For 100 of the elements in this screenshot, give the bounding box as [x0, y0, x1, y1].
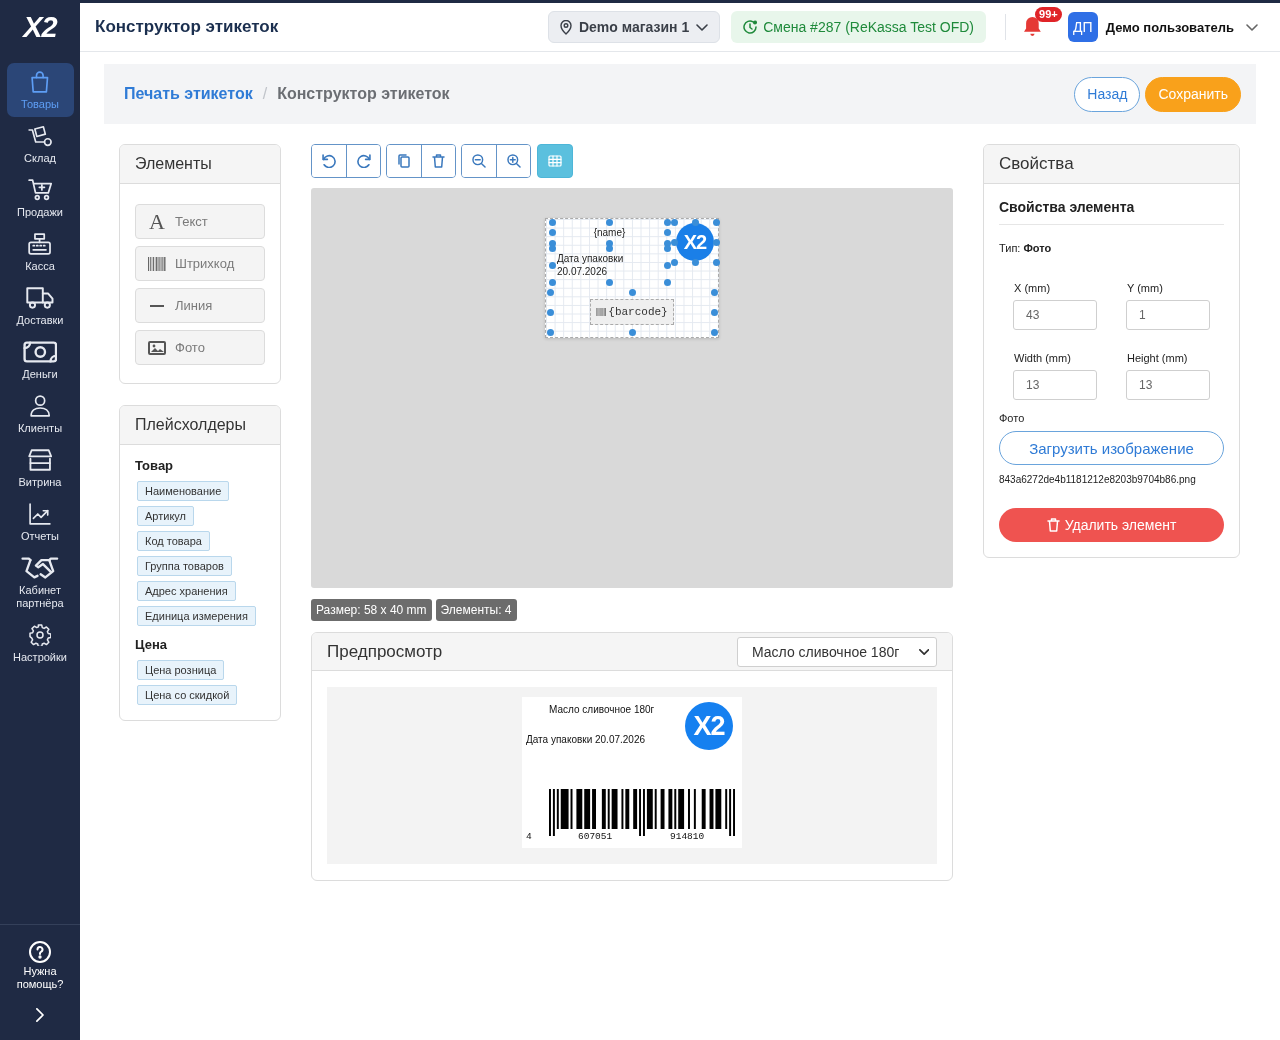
- resize-handle[interactable]: [628, 328, 636, 336]
- field-label: Height (mm): [1127, 352, 1189, 365]
- label-product-name: Масло сливочное 180г: [549, 703, 655, 716]
- breadcrumb-link[interactable]: Печать этикеток: [124, 85, 253, 103]
- add-element-button[interactable]: Штрихкод: [135, 246, 265, 281]
- help-link[interactable]: Нужна помощь?: [10, 941, 70, 991]
- canvas-text[interactable]: {name}: [552, 222, 667, 243]
- resize-handle[interactable]: [691, 258, 699, 266]
- nav-item[interactable]: Клиенты: [6, 387, 74, 441]
- handshake-icon: [21, 557, 59, 579]
- bell-icon: [1024, 17, 1041, 37]
- nav-item[interactable]: Витрина: [6, 441, 74, 495]
- user-avatar[interactable]: ДП: [1067, 12, 1098, 42]
- file-name: 843a6272de4b1181212e8203b9704b86.png: [999, 473, 1197, 486]
- panel-header: Плейсхолдеры: [120, 406, 280, 445]
- resize-handle[interactable]: [691, 218, 699, 226]
- user-name[interactable]: Демо пользователь: [1105, 19, 1234, 35]
- barcode-placeholder-text: {barcode}: [608, 306, 668, 318]
- trend-chart-icon: [29, 503, 51, 525]
- resize-handle[interactable]: [710, 308, 718, 316]
- chevron-down-icon: [918, 648, 929, 655]
- nav-item[interactable]: Товары: [6, 63, 74, 117]
- resize-handle[interactable]: [606, 278, 613, 286]
- resize-handle[interactable]: [710, 288, 718, 296]
- canvas-text[interactable]: Дата упаковки 20.07.2026: [552, 248, 667, 282]
- resize-handle[interactable]: [628, 288, 636, 296]
- group-title: Товар: [135, 458, 175, 474]
- label-logo: X2: [685, 702, 733, 750]
- nav-item[interactable]: Склад: [6, 117, 74, 171]
- barcode-icon: [596, 308, 607, 316]
- input-field[interactable]: 43: [1013, 300, 1097, 330]
- placeholder-tag[interactable]: Единица измерения: [137, 606, 256, 626]
- nav-item[interactable]: Отчеты: [6, 495, 74, 549]
- field-label: X (mm): [1014, 282, 1052, 295]
- placeholder-tag[interactable]: Адрес хранения: [137, 581, 236, 601]
- truck-icon: [26, 287, 54, 309]
- image-icon: [148, 340, 166, 355]
- back-button[interactable]: Назад: [1074, 76, 1141, 112]
- question-icon: [29, 941, 51, 963]
- add-element-button[interactable]: Линия: [135, 288, 265, 323]
- nav-item[interactable]: Кабинет партнёра: [6, 549, 74, 616]
- resize-handle[interactable]: [546, 328, 554, 336]
- resize-handle[interactable]: [712, 238, 720, 246]
- placeholder-tag[interactable]: Цена розница: [137, 660, 225, 680]
- section-title: Свойства элемента: [999, 199, 1224, 225]
- delete-button[interactable]: [421, 145, 455, 177]
- field-label: Y (mm): [1127, 282, 1164, 295]
- resize-handle[interactable]: [548, 261, 556, 269]
- barcode-digits: 914810: [670, 831, 705, 842]
- info-badge: Элементы: 4: [435, 599, 517, 621]
- shift-status[interactable]: Смена #287 (ReKassa Test OFD): [731, 11, 987, 43]
- person-icon: [29, 395, 51, 417]
- chevron-down-icon: [696, 23, 709, 31]
- zoom-in-icon: [506, 154, 521, 168]
- resize-handle[interactable]: [712, 258, 720, 266]
- add-element-button[interactable]: A Текст: [135, 204, 265, 239]
- input-field[interactable]: 1: [1126, 300, 1210, 330]
- banknote-icon: [22, 341, 58, 363]
- grid-toggle[interactable]: [537, 144, 573, 178]
- product-select[interactable]: Масло сливочное 180г: [737, 636, 937, 667]
- nav-item[interactable]: Касса: [6, 225, 74, 279]
- barcode-digits: 4: [526, 831, 532, 842]
- resize-handle[interactable]: [663, 278, 671, 286]
- redo-button[interactable]: [346, 145, 380, 177]
- resize-handle[interactable]: [546, 308, 554, 316]
- placeholder-tag[interactable]: Наименование: [137, 481, 230, 501]
- label-date: Дата упаковки 20.07.2026: [526, 733, 646, 746]
- nav-item[interactable]: Деньги: [6, 333, 74, 387]
- barcode-icon: [148, 256, 166, 271]
- placeholder-tag[interactable]: Код товара: [137, 531, 210, 551]
- resize-handle[interactable]: [710, 328, 718, 336]
- grid-icon: [548, 155, 562, 167]
- canvas-logo[interactable]: X2: [676, 223, 714, 261]
- resize-handle[interactable]: [606, 218, 613, 226]
- barcode-digits: 607051: [578, 831, 613, 842]
- input-field[interactable]: 13: [1013, 370, 1097, 400]
- placeholder-tag[interactable]: Цена со скидкой: [137, 685, 238, 705]
- resize-handle[interactable]: [712, 218, 720, 226]
- info-badge: Размер: 58 x 40 mm: [311, 599, 432, 621]
- chevron-down-icon: [1246, 23, 1258, 31]
- nav-item[interactable]: Продажи: [6, 171, 74, 225]
- line-icon: [150, 304, 164, 307]
- add-element-button[interactable]: Фото: [135, 330, 265, 365]
- zoom-in-button[interactable]: [496, 145, 530, 177]
- nav-item[interactable]: Настройки: [6, 616, 74, 670]
- undo-icon: [322, 154, 336, 168]
- notifications-button[interactable]: [1024, 17, 1041, 37]
- barcode-element[interactable]: {barcode}: [590, 299, 674, 325]
- shopping-bag-icon: [31, 71, 49, 93]
- zoom-out-icon: [472, 154, 486, 168]
- placeholder-tag[interactable]: Группа товаров: [137, 556, 232, 576]
- upload-button[interactable]: Загрузить изображение: [999, 431, 1224, 465]
- placeholder-tag[interactable]: Артикул: [137, 506, 194, 526]
- nav-item[interactable]: Доставки: [6, 279, 74, 333]
- breadcrumb-current: Конструктор этикеток: [277, 85, 450, 103]
- store-select[interactable]: Demo магазин 1: [547, 11, 721, 43]
- field-label: Фото: [999, 412, 1026, 425]
- input-field[interactable]: 13: [1126, 370, 1210, 400]
- redo-icon: [356, 154, 371, 168]
- expand-sidebar-button[interactable]: [36, 1008, 44, 1022]
